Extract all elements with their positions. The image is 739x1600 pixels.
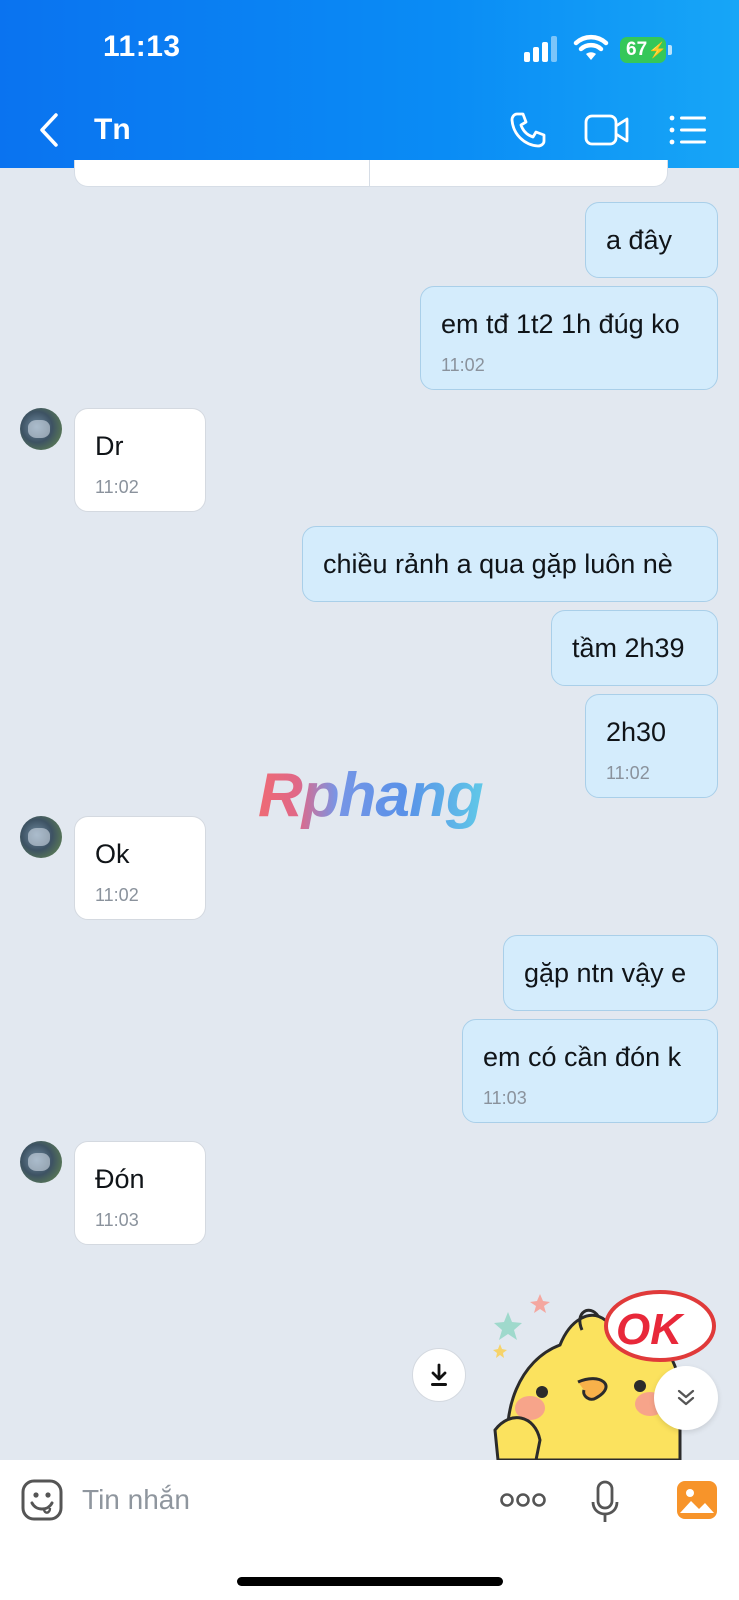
video-call-icon[interactable] (584, 112, 630, 148)
message-time: 11:02 (606, 763, 650, 783)
more-options-icon[interactable] (500, 1492, 546, 1508)
outgoing-message[interactable]: 2h30 11:02 (585, 694, 718, 798)
wifi-icon (573, 34, 609, 60)
download-icon (431, 1363, 447, 1386)
status-time: 11:13 (103, 30, 181, 63)
charging-bolt-icon: ⚡ (648, 42, 667, 59)
download-sticker-button[interactable] (412, 1348, 466, 1402)
message-input-bar: Tin nhắn (0, 1460, 739, 1600)
message-text: tầm 2h39 (572, 633, 685, 663)
message-text: Dr (95, 431, 124, 461)
watermark-logo: Rphang (258, 761, 484, 830)
incoming-message[interactable]: Dr 11:02 (74, 408, 206, 512)
outgoing-message[interactable]: chiều rảnh a qua gặp luôn nè (302, 526, 718, 602)
message-text: 2h30 (606, 717, 667, 747)
message-time: 11:02 (441, 355, 485, 375)
avatar[interactable] (20, 1141, 62, 1183)
incoming-message[interactable]: Đón 11:03 (74, 1141, 206, 1245)
message-text: em có cần đón k (483, 1042, 682, 1072)
sticker-ok-badge: OK (604, 1290, 716, 1362)
image-gallery-icon[interactable] (676, 1480, 718, 1520)
battery-level: 67 (626, 39, 648, 60)
message-text: Đón (95, 1164, 145, 1194)
incoming-message[interactable]: Ok 11:02 (74, 816, 206, 920)
battery-tip (668, 45, 672, 55)
message-text: Ok (95, 839, 130, 869)
message-time: 11:02 (95, 885, 139, 905)
emoji-sticker-icon[interactable] (20, 1478, 64, 1522)
outgoing-message[interactable]: gặp ntn vậy e (503, 935, 718, 1011)
outgoing-message[interactable]: a đây (585, 202, 718, 278)
chat-header: 11:13 67 ⚡ Tn (0, 0, 739, 168)
phone-icon[interactable] (508, 110, 548, 150)
message-text: em tđ 1t2 1h đúg ko (441, 309, 680, 339)
message-text: gặp ntn vậy e (524, 958, 687, 988)
message-input[interactable]: Tin nhắn (82, 1484, 190, 1516)
cellular-signal-icon (524, 36, 557, 62)
microphone-icon[interactable] (590, 1480, 620, 1524)
double-chevron-down-icon (677, 1389, 695, 1406)
message-text: a đây (606, 225, 673, 255)
home-indicator[interactable] (237, 1577, 503, 1586)
message-time: 11:03 (483, 1088, 527, 1108)
menu-list-icon[interactable] (668, 112, 708, 148)
battery-indicator: 67 ⚡ (620, 37, 667, 63)
outgoing-message[interactable]: em tđ 1t2 1h đúg ko 11:02 (420, 286, 718, 390)
scroll-to-bottom-button[interactable] (654, 1366, 718, 1430)
avatar[interactable] (20, 816, 62, 858)
sticker-ok-text: OK (616, 1305, 685, 1354)
previous-message-card[interactable] (74, 160, 668, 187)
message-time: 11:03 (95, 1210, 139, 1230)
avatar[interactable] (20, 408, 62, 450)
back-icon[interactable] (36, 112, 62, 148)
outgoing-message[interactable]: em có cần đón k 11:03 (462, 1019, 718, 1123)
message-text: chiều rảnh a qua gặp luôn nè (323, 549, 673, 579)
message-time: 11:02 (95, 477, 139, 497)
outgoing-message[interactable]: tầm 2h39 (551, 610, 718, 686)
card-divider (369, 160, 370, 186)
conversation-title[interactable]: Tn (94, 113, 131, 147)
